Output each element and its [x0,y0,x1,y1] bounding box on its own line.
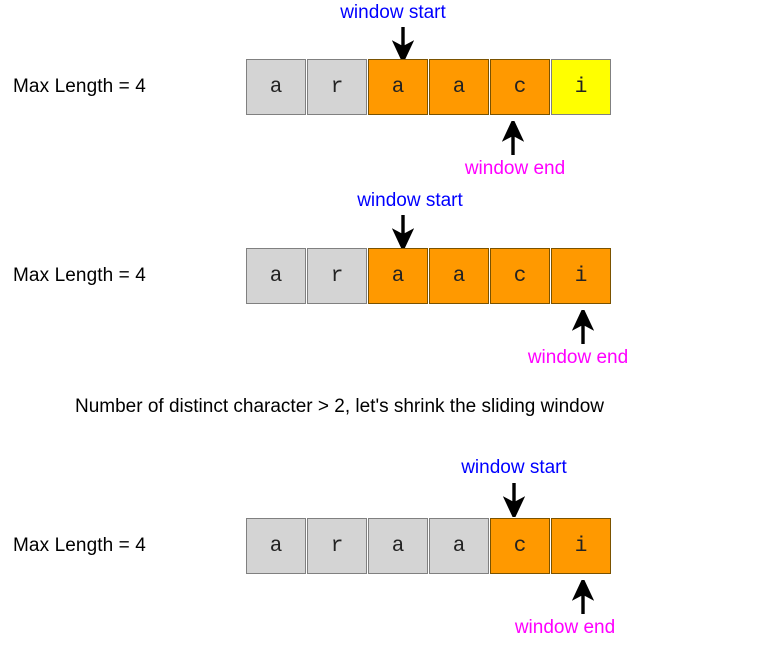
character-cell: a [429,518,489,574]
character-cell: a [246,59,306,115]
window-end-label: window end [514,617,616,638]
character-cell: r [307,59,367,115]
window-start-arrow-down-icon [391,215,415,253]
character-strip: araaci [246,518,611,574]
character-cell: r [307,518,367,574]
diagram-row-3: window start Max Length = 4 araaci windo… [0,455,767,652]
window-end-arrow-up-icon [571,306,595,344]
character-cell: a [429,59,489,115]
character-cell: i [551,59,611,115]
diagram-row-2: window start Max Length = 4 araaci windo… [0,188,767,373]
character-cell: a [368,248,428,304]
diagram-row-1: window start Max Length = 4 araaci windo… [0,0,767,185]
character-cell: a [368,518,428,574]
character-cell: a [368,59,428,115]
character-strip: araaci [246,248,611,304]
character-cell: c [490,248,550,304]
shrink-window-note: Number of distinct character > 2, let's … [75,396,605,417]
character-cell: r [307,248,367,304]
max-length-label: Max Length = 4 [13,535,146,556]
max-length-label: Max Length = 4 [13,265,146,286]
character-cell: a [246,248,306,304]
window-start-label: window start [357,190,463,211]
window-start-arrow-down-icon [391,27,415,65]
character-cell: c [490,59,550,115]
max-length-label: Max Length = 4 [13,76,146,97]
window-end-arrow-up-icon [501,117,525,155]
window-end-label: window end [464,158,566,179]
character-cell: i [551,518,611,574]
character-cell: a [429,248,489,304]
window-start-arrow-down-icon [502,483,526,521]
character-cell: i [551,248,611,304]
window-start-label: window start [461,457,567,478]
window-start-label: window start [340,2,446,23]
sliding-window-diagram: window start Max Length = 4 araaci windo… [0,0,767,652]
character-cell: a [246,518,306,574]
window-end-arrow-up-icon [571,576,595,614]
character-strip: araaci [246,59,611,115]
window-end-label: window end [527,347,629,368]
character-cell: c [490,518,550,574]
